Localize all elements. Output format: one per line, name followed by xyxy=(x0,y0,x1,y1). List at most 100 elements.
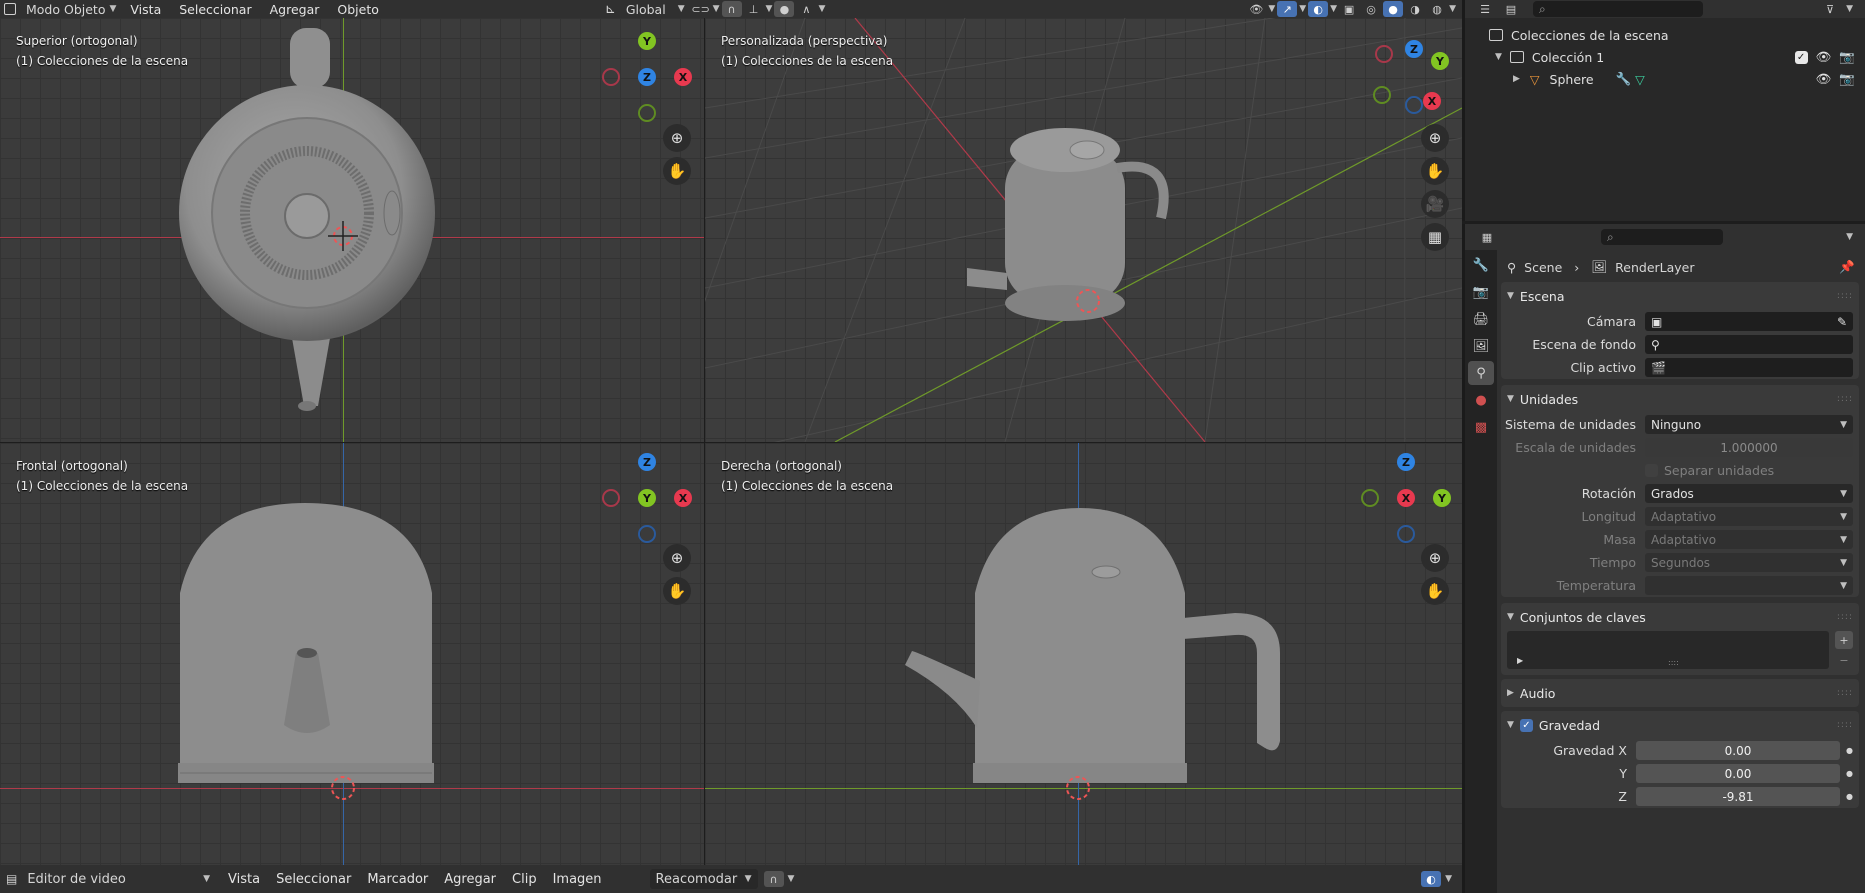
viewport-perspective[interactable]: Personalizada (perspectiva) (1) Coleccio… xyxy=(705,18,1462,442)
hand-pan-icon[interactable]: ✋ xyxy=(663,577,691,605)
gizmo-y-axis[interactable]: Y xyxy=(1433,489,1451,507)
gizmo-neg-y[interactable] xyxy=(638,104,656,122)
remove-icon[interactable]: − xyxy=(1835,651,1853,669)
eye-icon[interactable]: 👁 xyxy=(1816,71,1832,87)
unit-system-select[interactable]: Ninguno ▼ xyxy=(1645,415,1853,434)
menu-agregar[interactable]: Agregar xyxy=(436,872,504,887)
drag-handle-icon[interactable]: :::: xyxy=(1837,394,1859,404)
gizmo-z-axis[interactable]: Z xyxy=(638,68,656,86)
menu-vista[interactable]: Vista xyxy=(122,2,169,17)
zoom-icon[interactable]: ⊕ xyxy=(663,124,691,152)
keyframe-dot-icon[interactable]: ● xyxy=(1846,746,1853,755)
mass-select[interactable]: Adaptativo ▼ xyxy=(1645,530,1853,549)
temperature-select[interactable]: ▼ xyxy=(1645,576,1853,595)
viewport-front[interactable]: Frontal (ortogonal) (1) Colecciones de l… xyxy=(0,443,704,865)
gizmo-y-axis[interactable]: Y xyxy=(1431,52,1449,70)
menu-vista[interactable]: Vista xyxy=(220,872,268,887)
gizmo-z-axis[interactable]: Z xyxy=(638,453,656,471)
menu-seleccionar[interactable]: Seleccionar xyxy=(171,2,259,17)
perspective-toggle-icon[interactable]: ▦ xyxy=(1421,223,1449,251)
visibility-icon[interactable]: 👁 xyxy=(1246,1,1266,17)
eye-icon[interactable]: 👁 xyxy=(1816,49,1832,65)
gravity-z-field[interactable]: -9.81 xyxy=(1636,787,1841,806)
overlays-icon[interactable]: ◐ xyxy=(1308,1,1329,17)
disclosure-triangle-icon[interactable]: ▼ xyxy=(1495,52,1502,62)
active-clip-field[interactable]: 🎬 xyxy=(1645,358,1853,377)
outliner-row-scene-collection[interactable]: Colecciones de la escena xyxy=(1465,24,1865,46)
orientation-dropdown[interactable]: ⊾ Global ▼ xyxy=(601,2,689,17)
background-scene-field[interactable]: ⚲ xyxy=(1645,335,1853,354)
outliner-search-input[interactable]: ⌕ xyxy=(1533,1,1703,17)
hand-pan-icon[interactable]: ✋ xyxy=(663,157,691,185)
camera-view-icon[interactable]: 🎥 xyxy=(1421,190,1449,218)
snap-icon[interactable]: ∩ xyxy=(721,1,742,17)
hand-pan-icon[interactable]: ✋ xyxy=(1421,157,1449,185)
wrench-icon[interactable]: 🔧 xyxy=(1616,71,1632,87)
gizmo-z-axis[interactable]: Z xyxy=(1397,453,1415,471)
zoom-icon[interactable]: ⊕ xyxy=(1421,124,1449,152)
panel-header[interactable]: ▼ Unidades :::: xyxy=(1501,385,1859,413)
gizmo-x-axis[interactable]: X xyxy=(674,68,692,86)
gravity-y-field[interactable]: 0.00 xyxy=(1636,764,1841,783)
gizmo-x-axis[interactable]: X xyxy=(674,489,692,507)
disclosure-triangle-icon[interactable]: ▶ xyxy=(1513,74,1520,84)
gizmo-neg-z[interactable] xyxy=(1405,96,1423,114)
menu-seleccionar[interactable]: Seleccionar xyxy=(268,872,359,887)
camera-icon[interactable]: 📷 xyxy=(1839,49,1855,65)
add-icon[interactable]: + xyxy=(1835,631,1853,649)
pivot-icon[interactable]: ⊂⊃ xyxy=(691,1,711,17)
camera-icon[interactable]: 📷 xyxy=(1839,71,1855,87)
drag-handle-icon[interactable]: :::: xyxy=(1837,688,1859,698)
panel-header[interactable]: ▼ ✓ Gravedad :::: xyxy=(1501,711,1859,739)
scene-tab-icon[interactable]: ⚲ xyxy=(1468,361,1494,385)
editor-type-icon[interactable]: ▦ xyxy=(1477,229,1497,245)
drag-handle-icon[interactable]: :::: xyxy=(1837,720,1859,730)
falloff-icon[interactable]: ∧ xyxy=(796,1,816,17)
rendered-shading-icon[interactable]: ◍ xyxy=(1427,1,1447,17)
separate-units-checkbox[interactable] xyxy=(1645,464,1658,477)
gizmo-x-axis[interactable]: X xyxy=(1397,489,1415,507)
exclude-checkbox[interactable]: ✓ xyxy=(1794,50,1808,64)
snap-icon[interactable]: ∩ xyxy=(763,871,784,887)
menu-agregar[interactable]: Agregar xyxy=(262,2,328,17)
length-select[interactable]: Adaptativo ▼ xyxy=(1645,507,1853,526)
outliner-row-object[interactable]: ▶ ▽ Sphere 🔧 ▽ 👁 📷 xyxy=(1465,68,1865,90)
drag-handle-icon[interactable]: :::: xyxy=(1837,291,1859,301)
menu-marcador[interactable]: Marcador xyxy=(359,872,436,887)
filter-icon[interactable]: ⊽ xyxy=(1820,1,1840,17)
output-tab-icon[interactable]: 🖨 xyxy=(1468,307,1494,331)
mesh-data-icon[interactable]: ▽ xyxy=(1635,72,1645,87)
camera-field[interactable]: ▣ ✎ xyxy=(1645,312,1853,331)
keyframe-dot-icon[interactable]: ● xyxy=(1846,769,1853,778)
tool-tab-icon[interactable]: 🔧 xyxy=(1468,253,1494,277)
material-shading-icon[interactable]: ◑ xyxy=(1405,1,1425,17)
outliner-row-collection[interactable]: ▼ Colección 1 ✓ 👁 📷 xyxy=(1465,46,1865,68)
gizmo-neg-y[interactable] xyxy=(1373,86,1391,104)
snap-target-icon[interactable]: ⊥ xyxy=(744,1,764,17)
gizmo-y-axis[interactable]: Y xyxy=(638,32,656,50)
panel-header[interactable]: ▶ Audio :::: xyxy=(1501,679,1859,707)
display-mode-icon[interactable]: ▤ xyxy=(1501,1,1521,17)
viewport-top[interactable]: Superior (ortogonal) (1) Colecciones de … xyxy=(0,18,704,442)
drag-handle-icon[interactable]: :::: xyxy=(1837,612,1859,622)
menu-imagen[interactable]: Imagen xyxy=(545,872,610,887)
pivot-dropdown[interactable]: Reacomodar ▼ xyxy=(649,869,758,889)
eyedropper-icon[interactable]: ✎ xyxy=(1837,315,1847,329)
gizmo-z-axis[interactable]: Z xyxy=(1405,40,1423,58)
xray-icon[interactable]: ▣ xyxy=(1339,1,1359,17)
properties-search-input[interactable]: ⌕ xyxy=(1601,229,1723,245)
pin-icon[interactable]: 📌 xyxy=(1839,259,1855,275)
mode-dropdown[interactable]: Modo Objeto ▼ xyxy=(0,2,120,17)
gizmo-neg-z[interactable] xyxy=(638,525,656,543)
time-select[interactable]: Segundos ▼ xyxy=(1645,553,1853,572)
solid-shading-icon[interactable]: ● xyxy=(1383,1,1404,17)
gravity-x-field[interactable]: 0.00 xyxy=(1636,741,1841,760)
zoom-icon[interactable]: ⊕ xyxy=(1421,544,1449,572)
gizmo-neg-x[interactable] xyxy=(602,68,620,86)
proportional-edit-icon[interactable]: ● xyxy=(774,1,795,17)
navigation-gizmo[interactable]: Z X Y xyxy=(1361,453,1451,543)
navigation-gizmo[interactable]: Z Y X xyxy=(602,453,692,543)
menu-clip[interactable]: Clip xyxy=(504,872,545,887)
gravity-checkbox[interactable]: ✓ xyxy=(1519,718,1533,732)
render-tab-icon[interactable]: 📷 xyxy=(1468,280,1494,304)
